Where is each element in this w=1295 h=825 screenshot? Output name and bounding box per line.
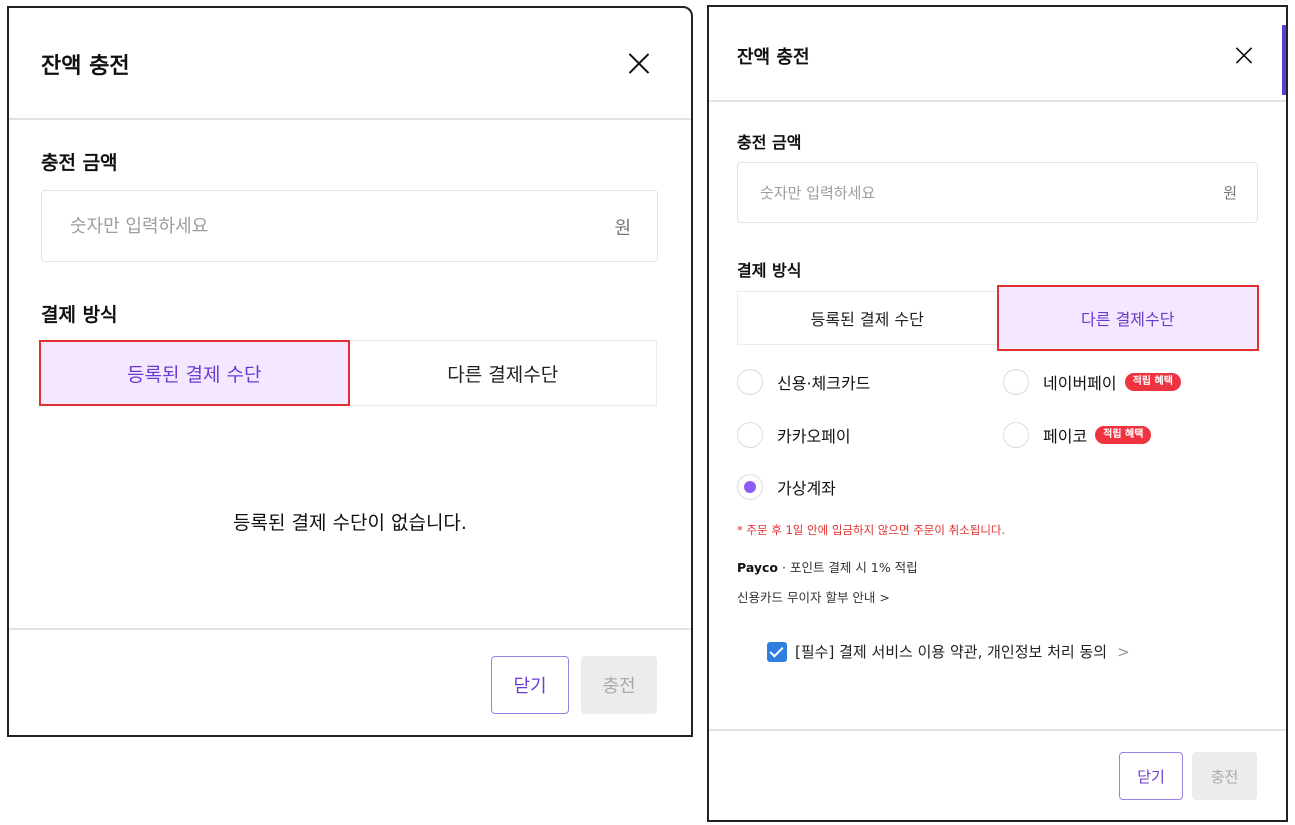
chevron-right-icon[interactable]: > (1117, 643, 1130, 661)
option-label: 네이버페이 (1043, 374, 1117, 393)
radio-icon (737, 369, 763, 395)
option-label: 가상계좌 (777, 479, 836, 498)
amount-input[interactable] (758, 163, 1182, 222)
reward-badge: 적립 혜택 (1095, 426, 1152, 444)
amount-input[interactable] (68, 191, 592, 261)
close-button[interactable]: 닫기 (1119, 752, 1183, 800)
payco-promo: Payco · 포인트 결제 시 1% 적립 (737, 557, 918, 576)
amount-field[interactable]: 원 (41, 190, 658, 262)
payment-method-label: 결제 방식 (737, 261, 802, 280)
charge-button[interactable]: 충전 (1192, 752, 1257, 800)
tab-registered-method[interactable]: 등록된 결제 수단 (737, 291, 997, 345)
radio-icon (737, 422, 763, 448)
payco-brand: Payco (737, 560, 779, 575)
option-credit-card[interactable]: 신용·체크카드 (737, 369, 870, 395)
modal-header: 잔액 충전 (709, 7, 1286, 102)
radio-icon (1003, 422, 1029, 448)
amount-unit: 원 (1223, 184, 1237, 202)
amount-label: 충전 금액 (737, 133, 802, 152)
payment-method-tabs: 등록된 결제 수단 다른 결제수단 (737, 285, 1259, 351)
modal-header: 잔액 충전 (9, 8, 691, 120)
radio-icon (1003, 369, 1029, 395)
tab-registered-method[interactable]: 등록된 결제 수단 (39, 340, 350, 406)
installment-info-link[interactable]: 신용카드 무이자 할부 안내 > (737, 587, 890, 606)
reward-badge: 적립 혜택 (1124, 373, 1181, 391)
option-kakao-pay[interactable]: 카카오페이 (737, 422, 851, 448)
payment-method-tabs: 등록된 결제 수단 다른 결제수단 (39, 340, 657, 406)
payco-promo-text: · 포인트 결제 시 1% 적립 (778, 560, 918, 575)
terms-agreement[interactable]: [필수] 결제 서비스 이용 약관, 개인정보 처리 동의 > (767, 641, 1130, 662)
option-payco[interactable]: 페이코 적립 혜택 (1003, 422, 1152, 448)
modal-footer: 닫기 충전 (709, 729, 1286, 820)
charge-modal-right: 잔액 충전 충전 금액 원 결제 방식 등록된 결제 수단 다른 결제수단 신용… (707, 5, 1288, 822)
modal-title: 잔액 충전 (737, 47, 810, 68)
amount-label: 충전 금액 (41, 152, 118, 174)
checkbox-checked-icon[interactable] (767, 641, 787, 662)
close-icon[interactable] (627, 51, 651, 75)
option-label: 신용·체크카드 (777, 374, 871, 393)
amount-field[interactable]: 원 (737, 162, 1258, 223)
charge-button[interactable]: 충전 (581, 656, 657, 714)
close-button[interactable]: 닫기 (491, 656, 569, 714)
agreement-text: [필수] 결제 서비스 이용 약관, 개인정보 처리 동의 (795, 643, 1108, 661)
option-virtual-account[interactable]: 가상계좌 (737, 474, 836, 500)
empty-message: 등록된 결제 수단이 없습니다. (233, 512, 467, 534)
radio-selected-icon (737, 474, 763, 500)
tab-other-method[interactable]: 다른 결제수단 (996, 285, 1259, 351)
option-naver-pay[interactable]: 네이버페이 적립 혜택 (1003, 369, 1181, 395)
close-icon[interactable] (1234, 45, 1253, 64)
payment-method-label: 결제 방식 (41, 304, 118, 326)
amount-unit: 원 (614, 218, 631, 239)
modal-title: 잔액 충전 (41, 54, 130, 79)
virtual-account-notice: * 주문 후 1일 안에 입금하지 않으면 주문이 취소됩니다. (737, 523, 1006, 537)
option-label: 페이코 (1043, 427, 1088, 446)
tab-other-method[interactable]: 다른 결제수단 (349, 340, 657, 406)
modal-footer: 닫기 충전 (9, 628, 691, 735)
option-label: 카카오페이 (777, 427, 851, 446)
charge-modal-left: 잔액 충전 충전 금액 원 결제 방식 등록된 결제 수단 다른 결제수단 등록… (7, 6, 693, 737)
